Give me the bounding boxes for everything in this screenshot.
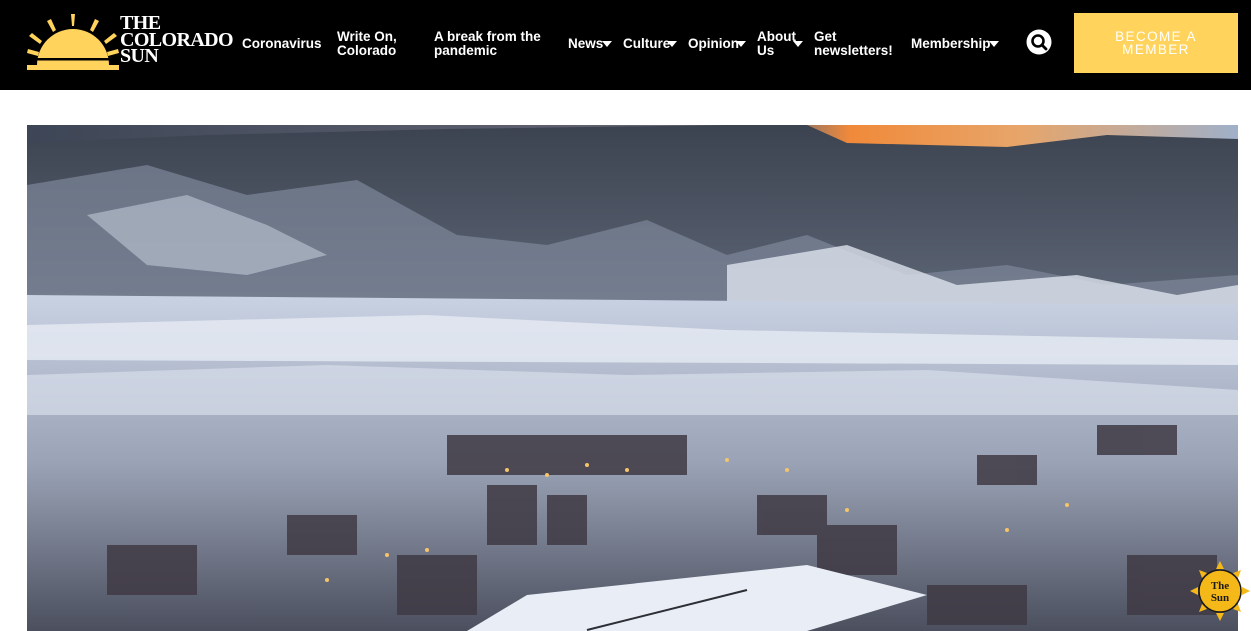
nav-culture[interactable]: Culture (623, 37, 679, 51)
chevron-down-icon (793, 41, 803, 47)
nav-newsletters-line-1: Get (814, 29, 837, 44)
nav-write-on-line-2: Colorado (337, 43, 397, 58)
search-button[interactable] (1026, 29, 1052, 55)
nav-write-on-line-1: Write On, (337, 29, 397, 44)
nav-get-newsletters[interactable]: Get newsletters! (814, 30, 893, 58)
nav-membership-label: Membership (911, 36, 991, 51)
nav-membership[interactable]: Membership (911, 37, 1001, 51)
sun-badge[interactable]: The Sun (1190, 561, 1250, 621)
nav-opinion[interactable]: Opinion (688, 37, 748, 51)
nav-coronavirus[interactable]: Coronavirus (242, 37, 322, 51)
hero-photo (27, 125, 1238, 631)
become-member-button[interactable]: BECOME A MEMBER (1074, 13, 1238, 73)
nav-about-us[interactable]: About Us (757, 30, 805, 58)
sun-logo-icon (27, 14, 119, 70)
chevron-down-icon (989, 41, 999, 47)
nav-coronavirus-label: Coronavirus (242, 36, 322, 51)
chevron-down-icon (602, 41, 612, 47)
logo-wordmark: THE COLORADO SUN (120, 13, 238, 65)
badge-line-2: Sun (1211, 592, 1229, 604)
nav-break-from-pandemic[interactable]: A break from the pandemic (434, 30, 541, 58)
hero-image (27, 125, 1238, 631)
nav-newsletters-line-2: newsletters! (814, 43, 893, 58)
nav-break-line-1: A break from the (434, 29, 541, 44)
badge-line-1: The (1211, 580, 1229, 592)
chevron-down-icon (736, 41, 746, 47)
nav-news[interactable]: News (568, 37, 614, 51)
nav-write-on-colorado[interactable]: Write On, Colorado (337, 30, 397, 58)
site-logo[interactable]: THE COLORADO SUN (27, 12, 235, 72)
site-header: THE COLORADO SUN Coronavirus Write On, C… (0, 0, 1251, 90)
nav-break-line-2: pandemic (434, 43, 498, 58)
chevron-down-icon (667, 41, 677, 47)
search-icon (1026, 29, 1052, 55)
sun-badge-icon: The Sun (1190, 561, 1250, 621)
